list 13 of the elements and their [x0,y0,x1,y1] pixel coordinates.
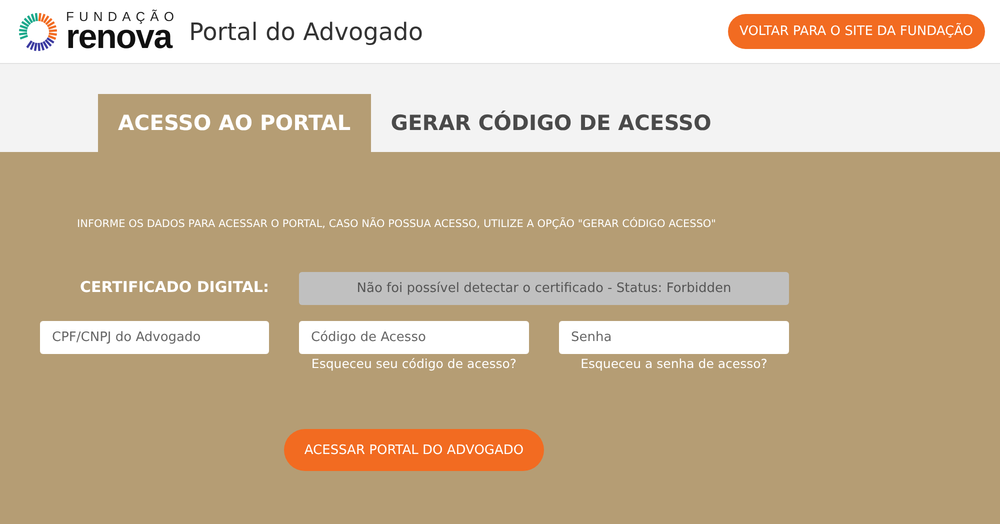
portal-title: Portal do Advogado [188,18,424,46]
input-field[interactable]: Código de Acesso [299,321,529,354]
submit-button[interactable]: ACESSAR PORTAL DO ADVOGADO [284,429,544,471]
back-to-site-button[interactable]: VOLTAR PARA O SITE DA FUNDAÇÃO [728,14,985,49]
certificate-status: Não foi possível detectar o certificado - Status: Forbidden [299,272,789,305]
forgot-link[interactable]: Esqueceu a senha de acesso? [580,356,768,371]
input-field[interactable]: Senha [559,321,789,354]
tab[interactable]: GERAR CÓDIGO DE ACESSO [370,94,732,152]
instructions-text: INFORME OS DADOS PARA ACESSAR O PORTAL, CASO NÃO POSSUA ACESSO, UTILIZE A OPÇÃO "GERAR CÓDIGO ACESSO" [77,218,718,230]
certificate-label: CERTIFICADO DIGITAL: [80,278,269,296]
forgot-link[interactable]: Esqueceu seu código de acesso? [311,356,517,371]
tab[interactable]: ACESSO AO PORTAL [98,94,371,152]
input-field[interactable]: CPF/CNPJ do Advogado [40,321,269,354]
